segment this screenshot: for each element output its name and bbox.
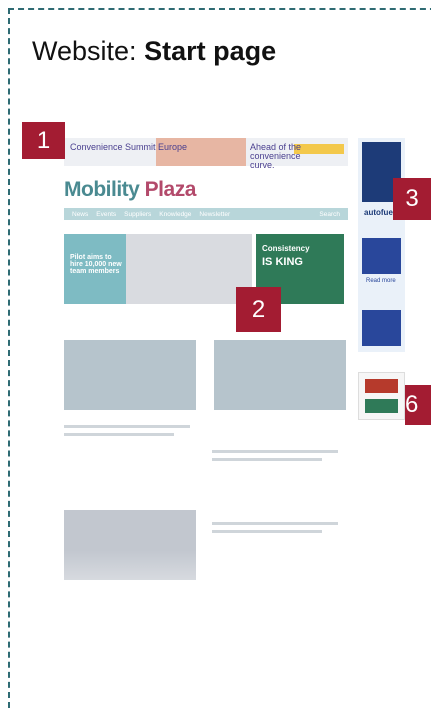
sidebar-van-image — [362, 238, 401, 274]
site-nav: News Events Suppliers Knowledge Newslett… — [64, 208, 348, 220]
text-line — [64, 425, 190, 428]
ad-line-1: Consistency — [262, 244, 310, 253]
hero-teaser[interactable]: Pilot aims to hire 10,000 new team membe… — [64, 234, 252, 304]
article-cards — [64, 340, 348, 410]
search-input[interactable]: Search — [319, 211, 340, 218]
right-sidebar-ad[interactable]: autofue Read more — [358, 138, 405, 352]
small-ad-red[interactable] — [365, 379, 398, 393]
banner-headline-3: curve. — [250, 160, 275, 170]
marker-6: 6 — [405, 385, 431, 425]
text-line — [212, 450, 338, 453]
nav-item[interactable]: Newsletter — [199, 211, 230, 218]
marker-2: 2 — [236, 287, 281, 332]
article-card[interactable] — [64, 340, 196, 410]
website-screenshot: Convenience Summit Europe Ahead of the c… — [60, 130, 356, 660]
text-line — [64, 433, 174, 436]
nav-item[interactable]: News — [72, 211, 88, 218]
bottom-fade — [60, 550, 356, 660]
marker-1: 1 — [22, 122, 65, 159]
small-ad-green[interactable] — [365, 399, 398, 413]
marker-3: 3 — [393, 178, 431, 220]
text-line — [212, 522, 338, 525]
page-title: Website: Start page — [32, 36, 277, 66]
nav-item[interactable]: Suppliers — [124, 211, 151, 218]
small-ads[interactable] — [358, 372, 405, 420]
nav-item[interactable]: Knowledge — [159, 211, 191, 218]
ad-line-2: IS KING — [262, 256, 303, 268]
banner-register-button[interactable] — [294, 144, 344, 154]
article-card[interactable] — [214, 340, 346, 410]
sidebar-van-image-2 — [362, 310, 401, 346]
nav-item[interactable]: Events — [96, 211, 116, 218]
hero-headline: Pilot aims to hire 10,000 new team membe… — [70, 254, 122, 275]
top-banner-ad[interactable]: Convenience Summit Europe Ahead of the c… — [64, 138, 348, 170]
sidebar-brand: autofue — [364, 208, 393, 217]
banner-event-name: Convenience Summit Europe — [70, 142, 188, 152]
sidebar-cta[interactable]: Read more — [366, 278, 396, 284]
text-line — [212, 458, 322, 461]
text-line — [212, 530, 322, 533]
site-logo[interactable]: Mobility Plaza — [64, 178, 196, 202]
